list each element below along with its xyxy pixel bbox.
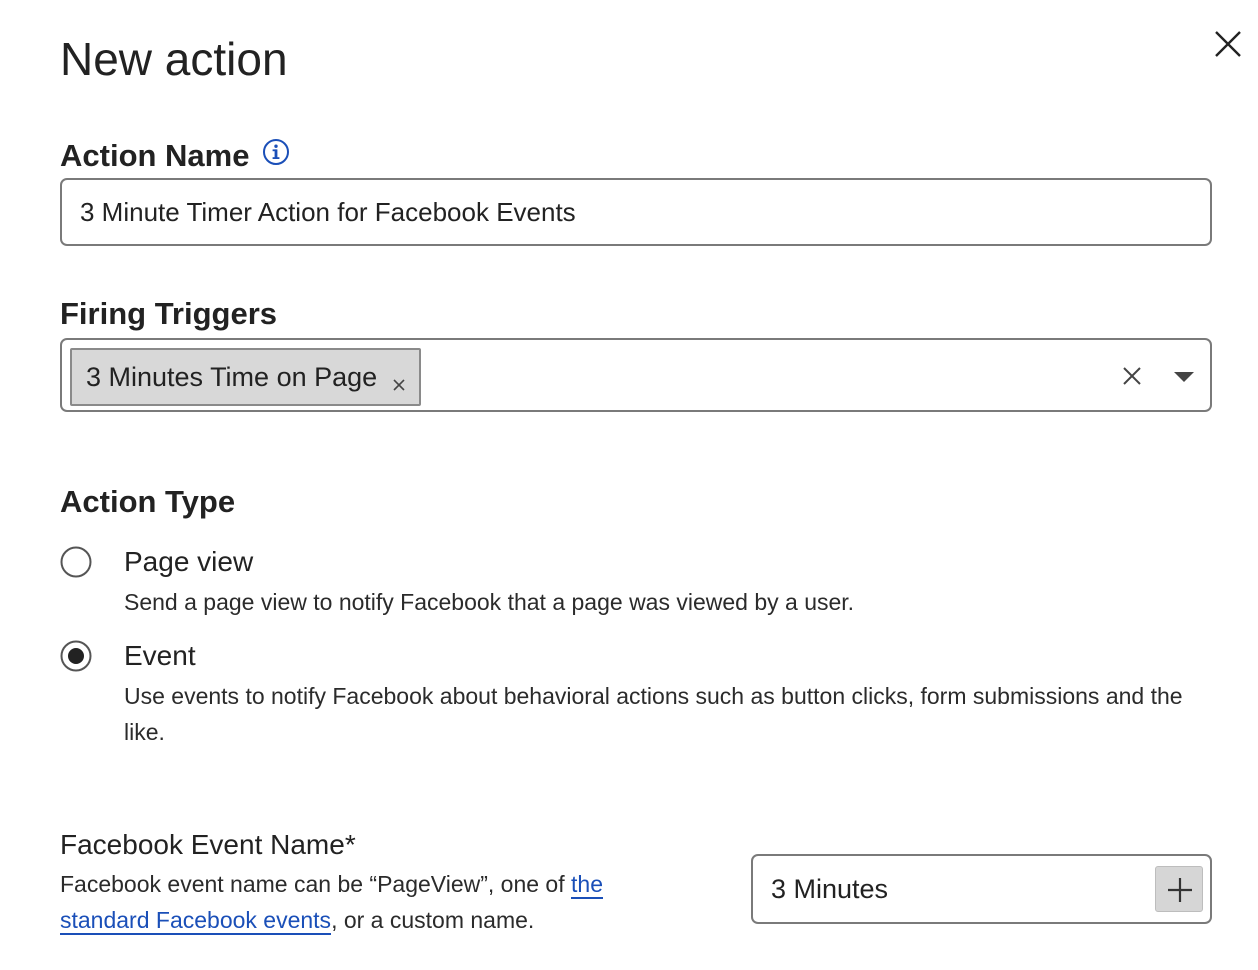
close-dialog-button[interactable] — [1210, 26, 1246, 62]
trigger-chip-label: 3 Minutes Time on Page — [86, 361, 378, 392]
plus-icon — [1168, 878, 1192, 902]
close-icon — [393, 379, 405, 391]
facebook-event-name-input[interactable] — [753, 856, 1149, 922]
info-icon — [263, 139, 289, 165]
radio-checked-icon — [60, 640, 92, 672]
action-name-label: Action Name — [60, 138, 250, 173]
trigger-chip: 3 Minutes Time on Page — [70, 348, 422, 406]
close-icon — [1123, 367, 1141, 385]
action-name-input[interactable] — [60, 178, 1212, 246]
dialog-title: New action — [60, 33, 288, 85]
firing-triggers-select[interactable]: 3 Minutes Time on Page — [60, 338, 1212, 412]
insert-variable-button[interactable] — [1155, 866, 1203, 912]
event-description: Use events to notify Facebook about beha… — [124, 683, 1183, 745]
caret-down-icon — [1174, 372, 1194, 382]
facebook-event-name-label: Facebook Event Name* — [60, 829, 356, 860]
action-name-info-button[interactable] — [262, 138, 290, 166]
action-type-label: Action Type — [60, 484, 236, 519]
event-title[interactable]: Event — [124, 638, 196, 674]
triggers-dropdown-toggle[interactable] — [1172, 370, 1196, 384]
radio-page-view[interactable] — [60, 546, 92, 578]
clear-triggers-button[interactable] — [1122, 366, 1142, 386]
facebook-event-name-field — [751, 854, 1212, 924]
help-text-suffix: , or a custom name. — [331, 907, 535, 933]
help-text-prefix: Facebook event name can be “PageView”, o… — [60, 871, 572, 897]
firing-triggers-label: Firing Triggers — [60, 296, 278, 331]
radio-unchecked-icon — [60, 546, 92, 578]
facebook-event-name-help: Facebook event name can be “PageView”, o… — [60, 866, 680, 938]
trigger-chip-remove-button[interactable] — [391, 369, 407, 391]
radio-event[interactable] — [60, 640, 92, 672]
page-view-description: Send a page view to notify Facebook that… — [124, 589, 855, 615]
close-icon — [1215, 31, 1241, 57]
page-view-title[interactable]: Page view — [124, 544, 253, 580]
